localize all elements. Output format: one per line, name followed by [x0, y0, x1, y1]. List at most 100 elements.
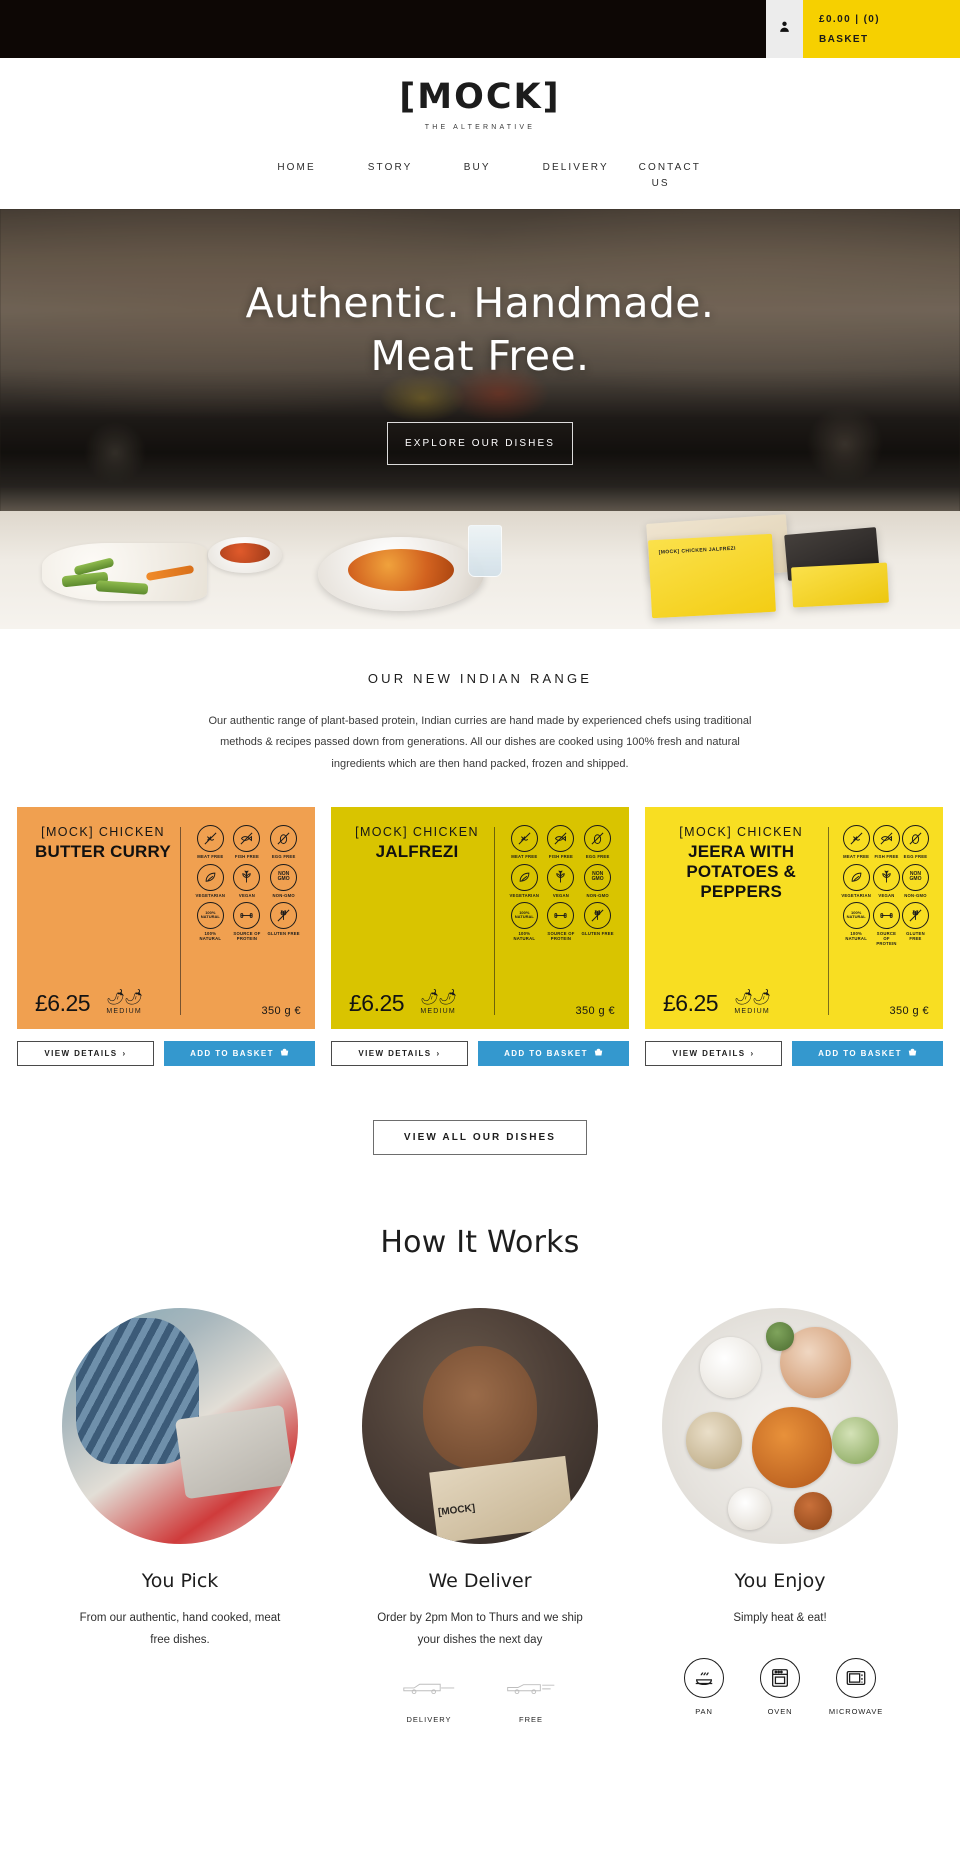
account-button[interactable]: [766, 0, 803, 58]
product-weight: 350 g €: [889, 1005, 929, 1018]
step-extra: PAN OVEN MICROWAVE: [662, 1657, 898, 1744]
badge-label: MEAT FREE: [197, 854, 224, 860]
side-bowl: [208, 537, 282, 573]
badge-label: EGG FREE: [903, 854, 928, 860]
fish-free-icon: [547, 825, 575, 853]
product-name: JEERA WITH POTATOES & PEPPERS: [686, 842, 797, 902]
badge-label: GLUTEN FREE: [581, 930, 614, 936]
gluten-free-icon: [270, 901, 298, 929]
top-utility-bar: £0.00 | (0) BASKET: [0, 0, 960, 58]
product-weight: 350 g €: [575, 1005, 615, 1018]
badge-natural: 100% NATURAL 100% NATURAL: [507, 901, 542, 942]
nav-item-delivery[interactable]: DELIVERY: [517, 160, 613, 176]
product-pack-secondary: [791, 562, 889, 608]
logo[interactable]: [MOCK] THE ALTERNATIVE: [399, 77, 561, 132]
site-header: [MOCK] THE ALTERNATIVE HOME STORY BUY DE…: [0, 58, 960, 209]
egg-free-icon: [902, 825, 929, 853]
delivery-icon-label: DELIVERY: [406, 1714, 452, 1724]
badge-vegan: VEGAN: [873, 863, 900, 898]
badge-label: GLUTEN FREE: [267, 930, 300, 936]
badge-gluten-free: GLUTEN FREE: [580, 901, 615, 942]
badge-label: 100% NATURAL: [845, 930, 868, 942]
delivery-icon-item: DELIVERY: [392, 1679, 466, 1724]
add-to-basket-button[interactable]: ADD TO BASKET: [164, 1041, 315, 1067]
non-gmo-text: NON GMO: [270, 863, 298, 891]
step-title: We Deliver: [428, 1570, 532, 1593]
nav-item-story[interactable]: STORY: [342, 160, 438, 176]
free-van-icon: [494, 1679, 568, 1701]
leaf-icon: [196, 863, 224, 891]
basket-button[interactable]: £0.00 | (0) BASKET: [803, 0, 960, 58]
badge-label: EGG FREE: [585, 854, 610, 860]
explore-dishes-button[interactable]: EXPLORE OUR DISHES: [387, 421, 573, 465]
product-card-visual[interactable]: [MOCK] CHICKEN JALFREZI £6.25 🌶🌶 MEDIUM …: [331, 807, 629, 1030]
dish: [685, 1412, 743, 1469]
badge-vegetarian: VEGETARIAN: [193, 863, 228, 898]
badge-label: NON-GMO: [586, 892, 609, 898]
step-description: Simply heat & eat!: [733, 1612, 827, 1625]
indian-range-section: OUR NEW INDIAN RANGE Our authentic range…: [0, 629, 960, 1156]
chevron-right-icon: ›: [122, 1049, 127, 1059]
step-extra: [62, 1679, 298, 1765]
delivery-icon-item: FREE: [494, 1679, 568, 1724]
product-card-visual[interactable]: [MOCK] CHICKEN JEERA WITH POTATOES & PEP…: [645, 807, 943, 1030]
product-card: [MOCK] CHICKEN JEERA WITH POTATOES & PEP…: [645, 807, 943, 1067]
badge-label: 100% NATURAL: [513, 930, 536, 942]
hero-headline-line-1: Authentic. Handmade.: [245, 279, 715, 327]
badge-label: VEGETARIAN: [195, 892, 226, 898]
badge-label: FISH FREE: [548, 854, 574, 860]
nav-item-home[interactable]: HOME: [251, 160, 341, 176]
view-details-button[interactable]: VIEW DETAILS ›: [331, 1041, 468, 1067]
product-card-visual[interactable]: [MOCK] CHICKEN BUTTER CURRY £6.25 🌶🌶 MED…: [17, 807, 315, 1030]
gluten-free-icon: [584, 901, 612, 929]
badge-label: SOURCE OF PROTEIN: [233, 930, 261, 942]
step-description: Order by 2pm Mon to Thurs and we ship yo…: [377, 1612, 583, 1646]
view-details-button[interactable]: VIEW DETAILS ›: [645, 1041, 782, 1067]
leaf-icon: [842, 863, 870, 891]
product-kicker: [MOCK] CHICKEN: [679, 825, 804, 840]
view-all-dishes-button[interactable]: VIEW ALL OUR DISHES: [372, 1120, 588, 1156]
dish: [765, 1322, 795, 1351]
add-to-basket-label: ADD TO BASKET: [818, 1049, 902, 1059]
cook-method-label: MICROWAVE: [828, 1706, 884, 1716]
plant-icon: [547, 863, 575, 891]
step-image-you-pick: [62, 1308, 298, 1545]
badge-fish-free: FISH FREE: [230, 825, 265, 859]
cook-method-label: PAN: [695, 1706, 713, 1716]
product-card: [MOCK] CHICKEN BUTTER CURRY £6.25 🌶🌶 MED…: [17, 807, 315, 1067]
fish-free-icon: [233, 825, 261, 853]
badge-non-gmo: NON GMO NON-GMO: [266, 863, 301, 898]
dish: [699, 1336, 762, 1398]
badge-label: FISH FREE: [234, 854, 260, 860]
badge-non-gmo: NON GMO NON-GMO: [902, 863, 929, 898]
badge-vegetarian: VEGETARIAN: [841, 863, 871, 898]
product-kicker: [MOCK] CHICKEN: [355, 825, 479, 840]
badge-non-gmo: NON GMO NON-GMO: [580, 863, 615, 898]
view-details-label: VIEW DETAILS: [358, 1049, 432, 1059]
nav-item-buy[interactable]: BUY: [438, 160, 517, 176]
step-image-you-enjoy: [662, 1308, 898, 1545]
badge-label: NON-GMO: [904, 892, 927, 898]
badge-egg-free: EGG FREE: [580, 825, 615, 859]
badge-meat-free: MEAT FREE: [841, 825, 871, 859]
how-it-works-step: You Pick From our authentic, hand cooked…: [62, 1308, 298, 1765]
product-actions: VIEW DETAILS › ADD TO BASKET: [331, 1041, 629, 1067]
dumbbell-icon: [233, 901, 261, 929]
nav-item-contact-us[interactable]: CONTACT US: [613, 160, 709, 191]
egg-free-icon: [584, 825, 612, 853]
badge-protein: SOURCE OF PROTEIN: [873, 901, 900, 947]
dish: [831, 1416, 880, 1465]
add-to-basket-button[interactable]: ADD TO BASKET: [792, 1041, 943, 1067]
add-to-basket-label: ADD TO BASKET: [190, 1049, 274, 1059]
add-to-basket-button[interactable]: ADD TO BASKET: [478, 1041, 629, 1067]
add-to-basket-label: ADD TO BASKET: [504, 1049, 588, 1059]
dish: [728, 1487, 771, 1531]
logo-wordmark: [MOCK]: [399, 77, 561, 117]
badge-label: EGG FREE: [271, 854, 296, 860]
dish: [751, 1407, 832, 1488]
view-details-button[interactable]: VIEW DETAILS ›: [17, 1041, 154, 1067]
chili-icons: 🌶🌶: [420, 989, 457, 1007]
plant-icon: [873, 863, 900, 891]
basket-icon: [594, 1048, 603, 1059]
step-title: You Enjoy: [734, 1570, 826, 1593]
